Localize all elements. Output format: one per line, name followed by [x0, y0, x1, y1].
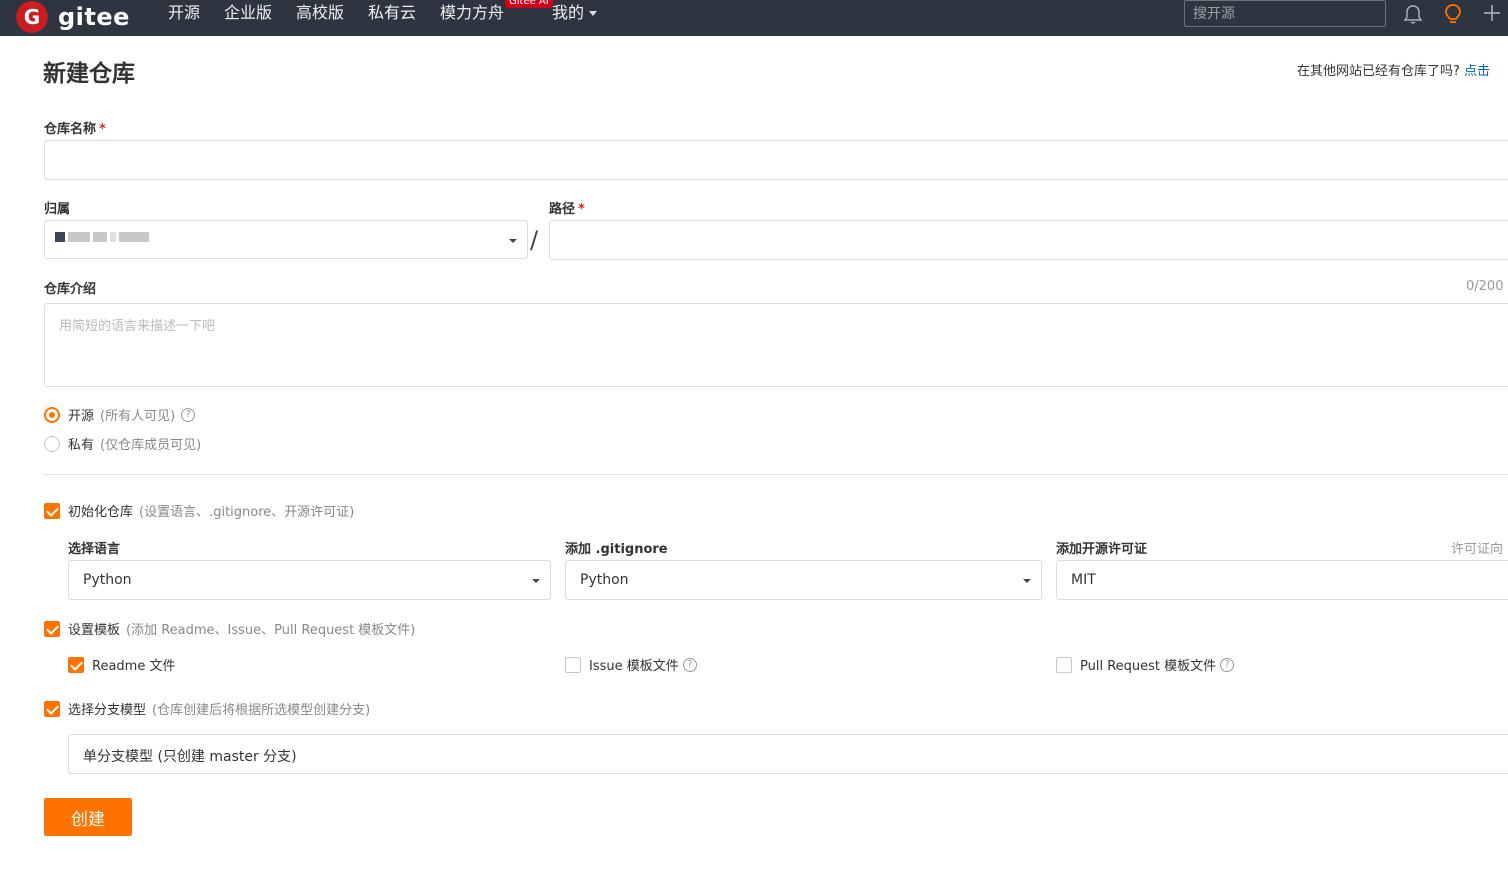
visibility-public[interactable]: 开源 (所有人可见) ? [44, 405, 196, 424]
repo-name-label-text: 仓库名称 [44, 122, 97, 137]
visibility-public-hint: (所有人可见) [100, 409, 176, 424]
gitee-logo-text: gitee [58, 3, 130, 31]
readme-checkbox[interactable] [68, 656, 84, 673]
gitee-ai-badge: Gitee AI [505, 0, 553, 8]
gitignore-label: 添加 .gitignore [565, 542, 668, 557]
path-input[interactable] [549, 220, 1508, 260]
nav-item-private-cloud[interactable]: 私有云 [368, 3, 416, 23]
license-link[interactable]: 许可证向 [1451, 538, 1503, 557]
import-hint-text: 在其他网站已经有仓库了吗? [1297, 64, 1460, 79]
branch-model-label: 选择分支模型 [68, 703, 147, 718]
page-title: 新建仓库 [43, 61, 135, 87]
owner-select[interactable] [44, 220, 528, 259]
plus-icon[interactable] [1482, 3, 1502, 23]
branch-model-select[interactable]: 单分支模型 (只创建 master 分支) [68, 734, 1508, 774]
radio-public[interactable] [44, 406, 60, 423]
import-link[interactable]: 点击 [1464, 64, 1490, 79]
repo-name-label: 仓库名称 * [44, 118, 106, 137]
gitee-logo[interactable]: G gitee [16, 1, 130, 33]
divider [44, 474, 1508, 475]
caret-down-icon [532, 579, 540, 583]
repo-name-input[interactable] [44, 140, 1508, 180]
visibility-private-hint: (仅仓库成员可见) [100, 438, 202, 453]
import-hint: 在其他网站已经有仓库了吗? 点击 [1297, 60, 1490, 79]
nav-item-enterprise[interactable]: 企业版 [224, 3, 272, 23]
license-select[interactable]: MIT [1056, 560, 1508, 600]
init-repo-hint: (设置语言、.gitignore、开源许可证) [139, 505, 355, 520]
branch-model-checkbox[interactable] [44, 700, 60, 717]
path-separator: / [530, 226, 539, 254]
gitignore-select[interactable]: Python [565, 560, 1042, 600]
language-value: Python [83, 572, 132, 588]
gitee-logo-badge: G [16, 1, 48, 33]
path-label-text: 路径 [549, 202, 576, 217]
nav-item-moli[interactable]: 模力方舟 [440, 3, 504, 23]
description-counter: 0/200 [1466, 279, 1504, 294]
branch-model-value: 单分支模型 (只创建 master 分支) [83, 749, 297, 765]
nav-item-education[interactable]: 高校版 [296, 3, 344, 23]
template-hint: (添加 Readme、Issue、Pull Request 模板文件) [126, 623, 416, 638]
question-icon[interactable]: ? [1220, 657, 1235, 672]
language-label: 选择语言 [68, 542, 121, 557]
nav-item-opensource[interactable]: 开源 [168, 3, 200, 23]
pr-template-option[interactable]: Pull Request 模板文件 ? [1056, 655, 1235, 674]
template-label: 设置模板 [68, 623, 121, 638]
pr-template-label: Pull Request 模板文件 [1080, 659, 1217, 674]
nav-item-mine-label: 我的 [552, 3, 585, 22]
owner-value-redacted [55, 232, 149, 242]
required-mark: * [578, 202, 585, 217]
path-label: 路径 * [549, 198, 585, 217]
init-repo-checkbox[interactable] [44, 502, 60, 519]
license-value: MIT [1071, 572, 1096, 588]
description-textarea[interactable]: 用简短的语言来描述一下吧 [44, 303, 1508, 387]
branch-model-option[interactable]: 选择分支模型 (仓库创建后将根据所选模型创建分支) [44, 699, 370, 718]
visibility-public-label: 开源 [68, 409, 95, 424]
caret-down-icon [1023, 579, 1031, 583]
init-repo-option[interactable]: 初始化仓库 (设置语言、.gitignore、开源许可证) [44, 501, 354, 520]
init-repo-label: 初始化仓库 [68, 505, 134, 520]
language-select[interactable]: Python [68, 560, 551, 600]
radio-private[interactable] [44, 435, 60, 452]
required-mark: * [99, 122, 106, 137]
create-button[interactable]: 创建 [44, 798, 132, 836]
visibility-private[interactable]: 私有 (仅仓库成员可见) [44, 434, 201, 453]
license-label: 添加开源许可证 [1056, 542, 1148, 557]
caret-down-icon [589, 11, 598, 16]
bell-icon[interactable] [1403, 3, 1423, 25]
issue-template-label: Issue 模板文件 [589, 659, 679, 674]
template-checkbox[interactable] [44, 620, 60, 637]
template-option[interactable]: 设置模板 (添加 Readme、Issue、Pull Request 模板文件) [44, 619, 415, 638]
gitignore-value: Python [580, 572, 629, 588]
visibility-private-label: 私有 [68, 438, 95, 453]
question-icon[interactable]: ? [181, 407, 196, 422]
search-input[interactable] [1184, 0, 1386, 27]
caret-down-icon [509, 239, 517, 243]
bulb-icon[interactable] [1443, 3, 1463, 27]
issue-template-checkbox[interactable] [565, 656, 581, 673]
readme-option[interactable]: Readme 文件 [68, 655, 175, 674]
description-label: 仓库介绍 [44, 282, 97, 297]
owner-label: 归属 [44, 202, 71, 217]
nav-item-mine[interactable]: 我的 [552, 3, 598, 23]
issue-template-option[interactable]: Issue 模板文件 ? [565, 655, 697, 674]
description-placeholder: 用简短的语言来描述一下吧 [59, 319, 216, 334]
question-icon[interactable]: ? [682, 657, 697, 672]
branch-model-hint: (仓库创建后将根据所选模型创建分支) [152, 703, 371, 718]
top-nav: G gitee 开源 企业版 高校版 私有云 模力方舟 Gitee AI 我的 [0, 0, 1508, 36]
pr-template-checkbox[interactable] [1056, 656, 1072, 673]
readme-label: Readme 文件 [92, 659, 176, 674]
